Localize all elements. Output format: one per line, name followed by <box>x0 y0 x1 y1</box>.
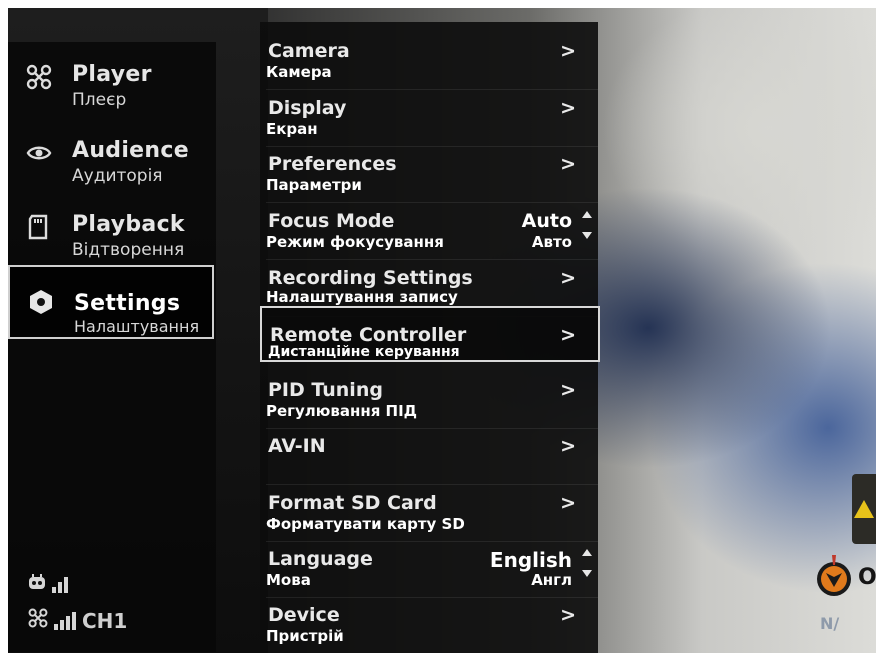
watermark-logo: Os <box>814 553 876 601</box>
warning-tab <box>852 474 876 544</box>
sidebar-item-sublabel: Плеєр <box>72 90 127 110</box>
divider <box>266 259 598 260</box>
menu-item-display[interactable]: Display Екран > <box>260 91 598 147</box>
menu-item-label: PID Tuning <box>268 379 383 401</box>
sidebar-item-sublabel: Аудиторія <box>72 166 163 186</box>
up-down-arrows-icon[interactable] <box>580 546 594 582</box>
chevron-right-icon: > <box>560 267 576 289</box>
menu-item-sublabel: Налаштування запису <box>266 288 458 306</box>
eye-icon <box>26 140 52 166</box>
menu-item-label: Format SD Card <box>268 492 437 514</box>
menu-item-preferences[interactable]: Preferences Параметри > <box>260 147 598 203</box>
chevron-right-icon: > <box>560 324 576 346</box>
signal-bars-icon <box>54 611 76 630</box>
drone-icon <box>26 64 52 90</box>
chevron-right-icon: > <box>560 604 576 626</box>
menu-item-device[interactable]: Device Пристрій > <box>260 598 598 653</box>
sidebar-item-label: Playback <box>72 212 185 237</box>
signal-bars-icon <box>52 575 68 593</box>
sidebar-item-label: Audience <box>72 138 189 163</box>
menu-item-format-sd-card[interactable]: Format SD Card Форматувати карту SD > <box>260 486 598 542</box>
menu-item-label: Focus Mode <box>268 210 395 232</box>
divider <box>266 484 598 485</box>
menu-item-label: Camera <box>268 40 350 62</box>
chevron-right-icon: > <box>560 97 576 119</box>
up-down-arrows-icon[interactable] <box>580 208 594 244</box>
menu-item-sublabel: Екран <box>266 120 318 138</box>
menu-item-pid-tuning[interactable]: PID Tuning Регулювання ПІД > <box>260 373 598 429</box>
menu-item-label: Recording Settings <box>268 267 473 289</box>
sd-card-icon <box>26 214 52 240</box>
drone-signal-status: CH1 <box>28 608 127 633</box>
sidebar-item-audience[interactable]: Audience Аудиторія <box>8 128 214 202</box>
channel-label: CH1 <box>82 608 128 633</box>
drone-icon <box>28 608 48 633</box>
remote-signal-status <box>28 572 68 596</box>
sidebar-item-label: Settings <box>74 291 181 316</box>
menu-item-label: AV-IN <box>268 435 326 457</box>
chevron-right-icon: > <box>560 40 576 62</box>
chevron-right-icon: > <box>560 379 576 401</box>
menu-item-camera[interactable]: Camera Камера > <box>260 34 598 90</box>
language-value: English <box>489 548 572 572</box>
menu-item-sublabel: Регулювання ПІД <box>266 402 418 420</box>
menu-item-label: Preferences <box>268 153 397 175</box>
sidebar-item-settings[interactable]: Settings Налаштування <box>8 265 214 339</box>
sidebar-item-sublabel: Налаштування <box>74 317 200 336</box>
menu-item-language[interactable]: Language Мова English Англ <box>260 542 598 598</box>
sidebar-item-label: Player <box>72 62 152 87</box>
menu-item-focus-mode[interactable]: Focus Mode Режим фокусування Auto Авто <box>260 204 598 260</box>
menu-item-sublabel: Параметри <box>266 176 362 194</box>
focus-mode-value: Auto <box>521 210 572 232</box>
menu-item-label: Remote Controller <box>270 324 467 346</box>
language-value-sublabel: Англ <box>531 571 572 589</box>
chevron-right-icon: > <box>560 435 576 457</box>
sidebar-item-sublabel: Відтворення <box>72 240 185 260</box>
fox-logo-icon <box>814 553 854 601</box>
menu-item-label: Language <box>268 548 373 570</box>
goggles-screen: Player Плеєр Audience Аудиторія Playback… <box>8 8 876 653</box>
menu-item-sublabel: Мова <box>266 571 311 589</box>
menu-item-remote-controller[interactable]: Remote Controller Дистанційне керування … <box>260 306 600 362</box>
chevron-right-icon: > <box>560 153 576 175</box>
menu-item-av-in[interactable]: AV-IN > <box>260 429 598 485</box>
logo-text: Os <box>858 564 876 590</box>
menu-item-sublabel: Пристрій <box>266 627 344 645</box>
chevron-right-icon: > <box>560 492 576 514</box>
menu-item-sublabel: Дистанційне керування <box>268 344 460 360</box>
controller-icon <box>28 572 46 596</box>
divider <box>266 89 598 90</box>
sidebar-item-player[interactable]: Player Плеєр <box>8 52 214 126</box>
hexagon-settings-icon <box>28 289 54 315</box>
divider <box>266 202 598 203</box>
menu-item-sublabel: Камера <box>266 63 332 81</box>
menu-item-label: Device <box>268 604 340 626</box>
menu-item-sublabel: Форматувати карту SD <box>266 515 465 533</box>
corner-readout: N/ <box>820 614 840 633</box>
focus-mode-value-sublabel: Авто <box>531 233 572 251</box>
menu-item-sublabel: Режим фокусування <box>266 233 444 251</box>
menu-item-label: Display <box>268 97 347 119</box>
